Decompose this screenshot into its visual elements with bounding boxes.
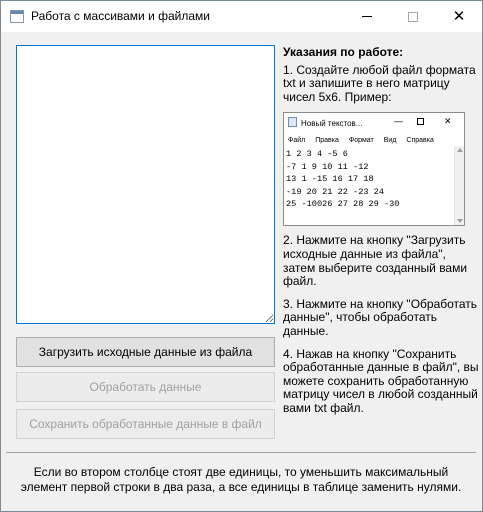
client-area: Загрузить исходные данные из файла Обраб…: [1, 32, 482, 511]
notepad-title: Новый текстов...: [301, 119, 363, 129]
window-title: Работа с массивами и файлами: [31, 9, 211, 23]
save-data-button[interactable]: Сохранить обработанные данные в файл: [16, 409, 275, 439]
notepad-menu-item: Правка: [315, 137, 339, 145]
notepad-close-icon: ✕: [444, 116, 452, 127]
instructions-panel: Указания по работе: 1. Создайте любой фа…: [283, 45, 479, 425]
notepad-title-bar: Новый текстов... — ✕: [284, 113, 464, 131]
notepad-menu-item: Справка: [406, 137, 434, 145]
task-description: Если во втором столбце стоят две единицы…: [20, 465, 462, 494]
notepad-menu-item: Вид: [383, 137, 397, 145]
instructions-step-4: 4. Нажав на кнопку "Сохранить обработанн…: [283, 346, 479, 415]
horizontal-divider: [6, 452, 476, 453]
instructions-step-1: 1. Создайте любой файл формата txt и зап…: [283, 62, 476, 104]
app-window-icon: [10, 10, 24, 23]
instructions-step-3: 3. Нажмите на кнопку "Обработать данные"…: [283, 296, 478, 338]
maximize-icon: [408, 11, 418, 22]
notepad-menu-bar: Файл Правка Формат Вид Справка: [284, 134, 464, 145]
instructions-step-2: 2. Нажмите на кнопку "Загрузить исходные…: [283, 233, 468, 289]
notepad-matrix-text: 1 2 3 4 -5 6 -7 1 9 10 11 -12 13 1 -15 1…: [286, 149, 400, 209]
app-window: Работа с массивами и файлами ✕ Загрузить…: [0, 0, 483, 512]
instructions-heading: Указания по работе:: [283, 45, 404, 59]
notepad-menu-item: Файл: [288, 137, 306, 145]
process-data-button[interactable]: Обработать данные: [16, 372, 275, 402]
load-data-button[interactable]: Загрузить исходные данные из файла: [16, 337, 275, 367]
notepad-example-image: Новый текстов... — ✕ Файл Правка Формат …: [283, 112, 465, 227]
minimize-icon: [362, 16, 372, 17]
notepad-menu-item: Формат: [348, 137, 374, 145]
close-icon: ✕: [452, 8, 466, 25]
matrix-display-box[interactable]: [16, 45, 275, 324]
notepad-minimize-icon: —: [394, 116, 403, 127]
title-bar[interactable]: Работа с массивами и файлами ✕: [1, 1, 482, 32]
notepad-icon: [288, 117, 297, 128]
maximize-button[interactable]: [390, 1, 436, 32]
notepad-scrollbar: [454, 146, 464, 226]
notepad-maximize-icon: [417, 118, 424, 126]
minimize-button[interactable]: [344, 1, 390, 32]
close-button[interactable]: ✕: [436, 1, 482, 32]
